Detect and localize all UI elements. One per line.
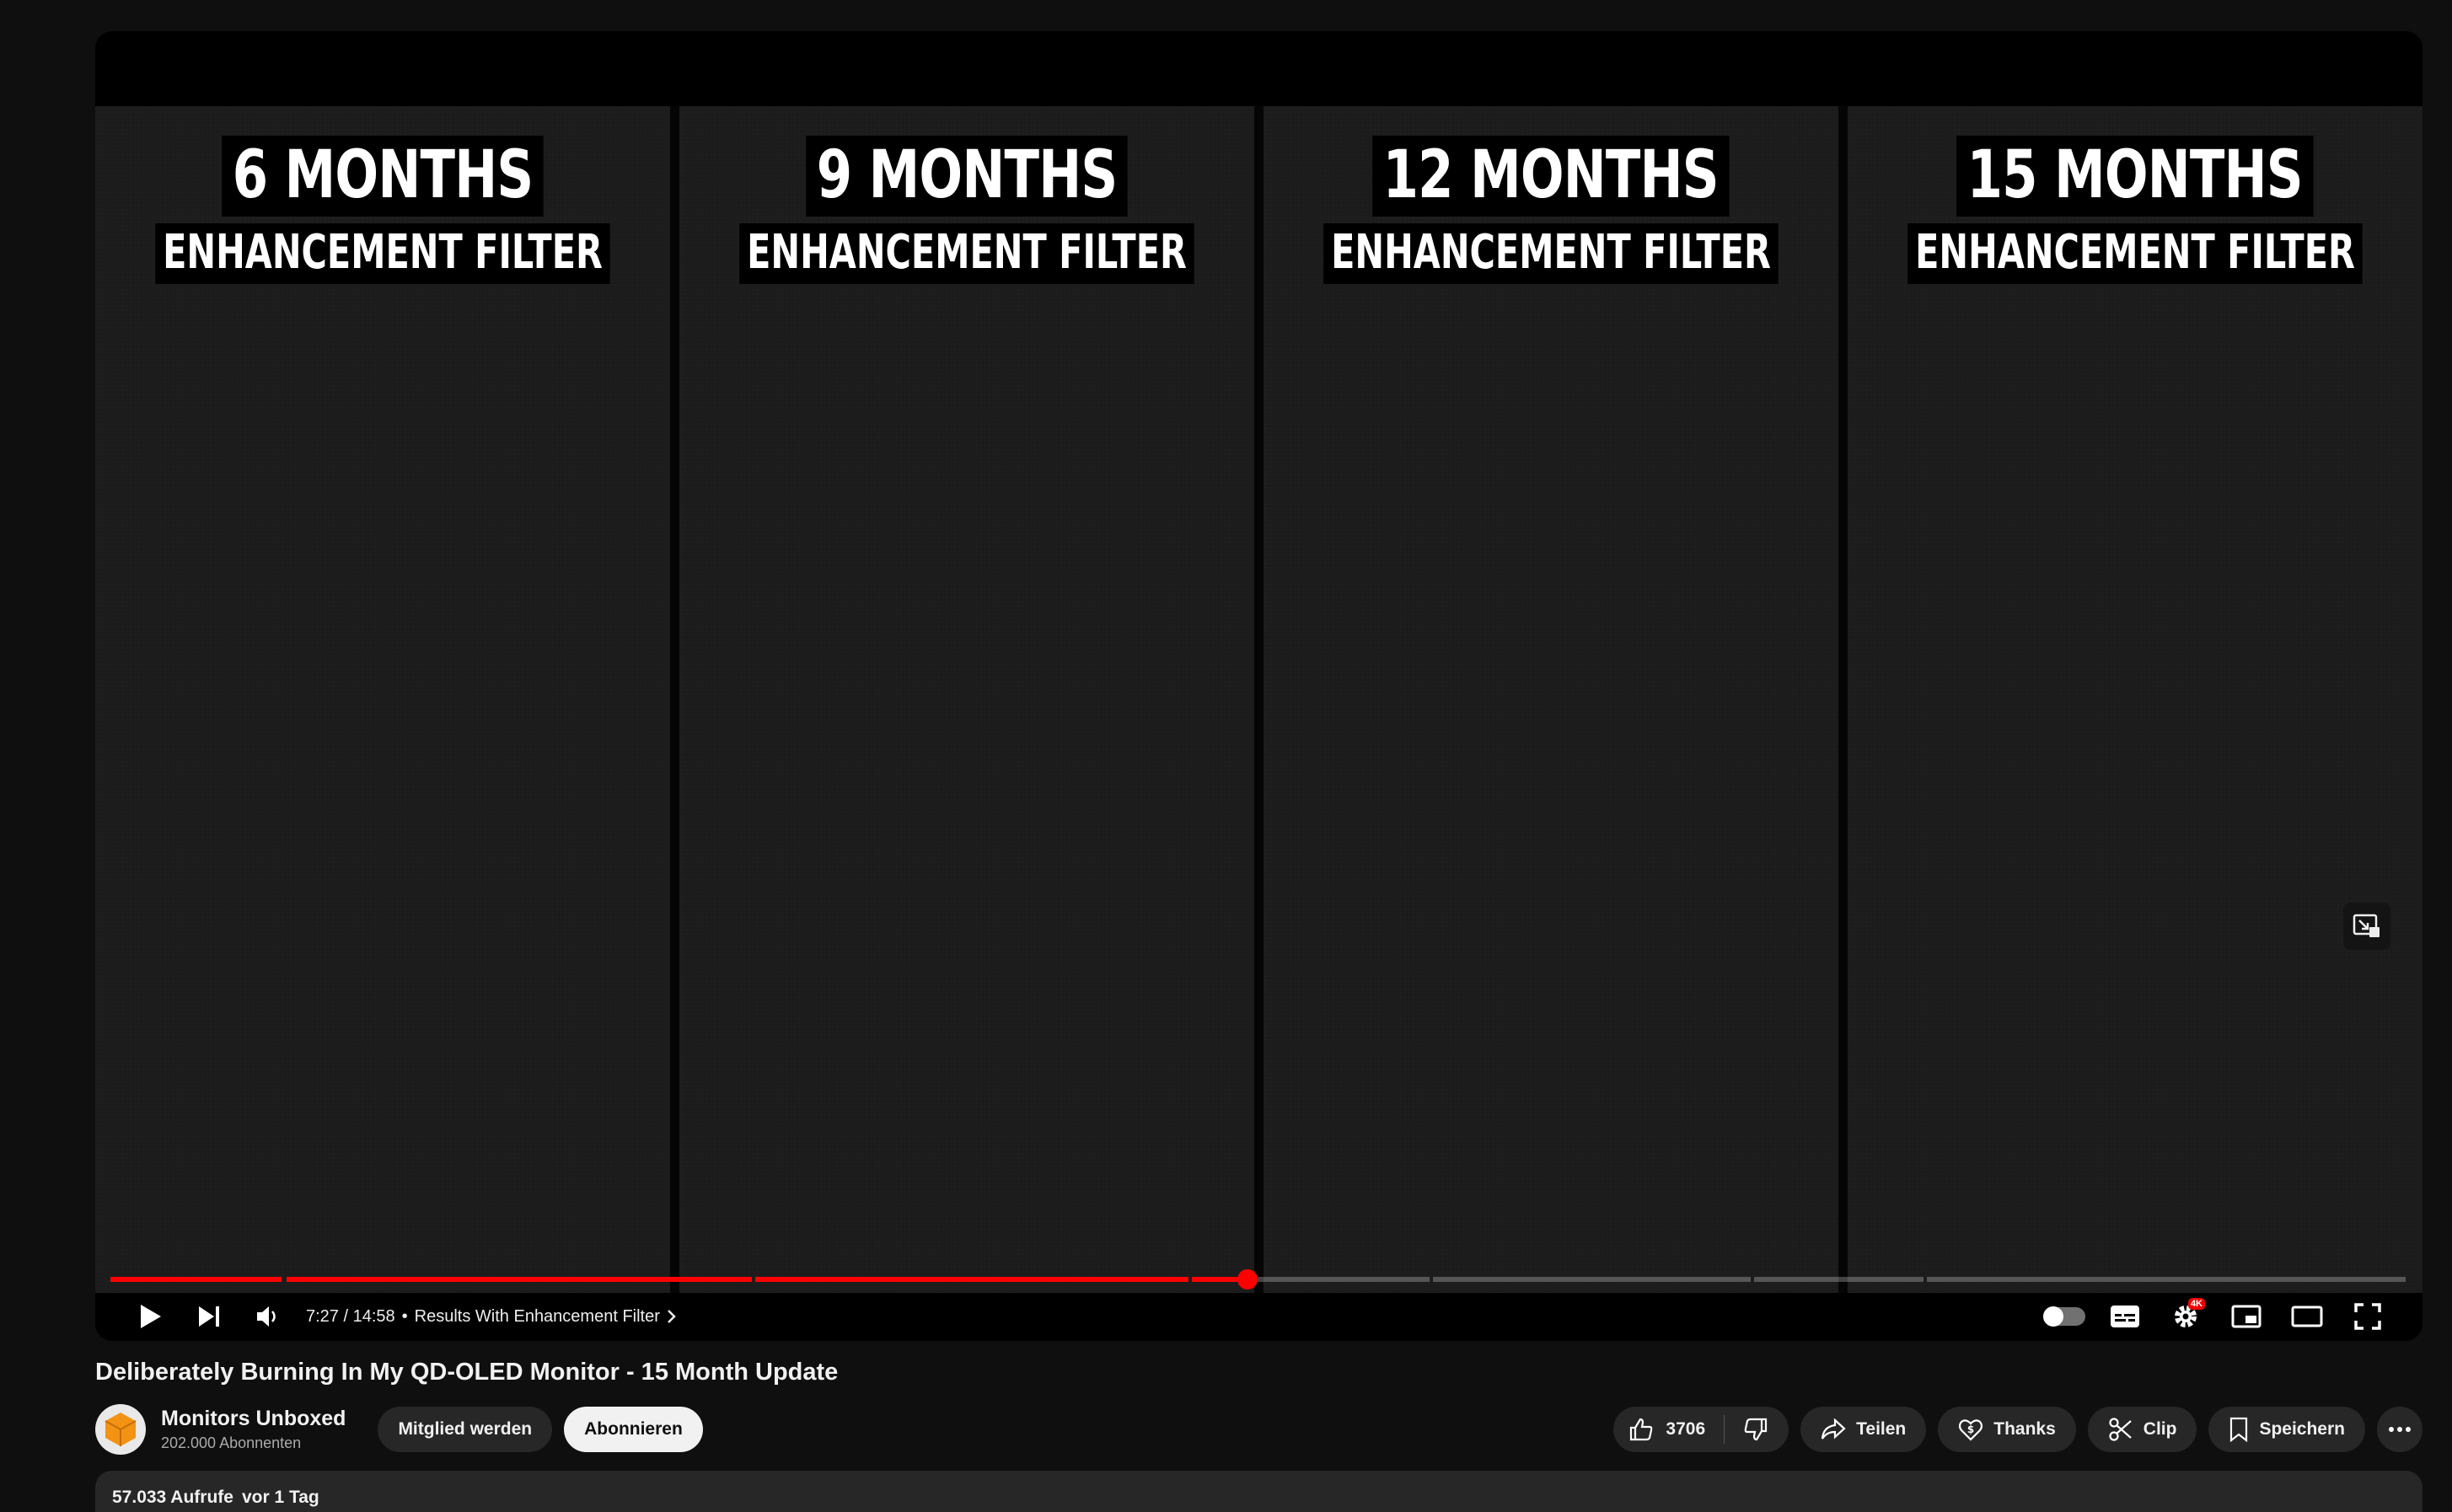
clip-label: Clip: [2143, 1419, 2177, 1439]
like-button[interactable]: 3706: [1613, 1407, 1724, 1452]
channel-name[interactable]: Monitors Unboxed: [161, 1407, 346, 1431]
filter-label: ENHANCEMENT FILTER: [1323, 223, 1779, 284]
volume-icon: [257, 1306, 276, 1327]
panel-label: 15 MONTHS ENHANCEMENT FILTER: [1827, 136, 2422, 284]
autoplay-toggle[interactable]: [2035, 1291, 2094, 1341]
subscriber-count: 202.000 Abonnenten: [161, 1434, 302, 1451]
time-display: 7:27 / 14:58 • Results With Enhancement …: [306, 1307, 677, 1327]
view-count: 57.033 Aufrufe: [112, 1488, 233, 1507]
play-icon: [141, 1305, 161, 1328]
player-controls: 7:27 / 14:58 • Results With Enhancement …: [95, 1291, 2422, 1341]
panel-label: 6 MONTHS ENHANCEMENT FILTER: [95, 136, 690, 284]
months-label: 15 MONTHS: [1956, 136, 2314, 217]
upload-date: vor 1 Tag: [241, 1488, 319, 1507]
save-label: Speichern: [2259, 1419, 2345, 1439]
chapter-segment[interactable]: [1754, 1277, 1924, 1282]
toggle-switch: [2043, 1306, 2085, 1327]
settings-button[interactable]: 4K: [2156, 1291, 2215, 1341]
like-dislike-group: 3706: [1613, 1407, 1789, 1452]
subscribe-button[interactable]: Abonnieren: [564, 1407, 703, 1452]
theater-icon: [2291, 1306, 2323, 1327]
clip-button[interactable]: Clip: [2087, 1407, 2197, 1452]
chapter-segment[interactable]: [1432, 1277, 1752, 1282]
panel-label: 9 MONTHS ENHANCEMENT FILTER: [659, 136, 1274, 284]
like-count: 3706: [1666, 1419, 1706, 1439]
filter-label: ENHANCEMENT FILTER: [739, 223, 1194, 284]
video-player[interactable]: 6 MONTHS ENHANCEMENT FILTER 9 MONTHS ENH…: [95, 31, 2422, 1341]
heart-dollar-icon: $: [1959, 1419, 1983, 1441]
chapter-segment[interactable]: [287, 1277, 752, 1282]
progress-fill: [755, 1277, 1188, 1282]
avatar[interactable]: [95, 1404, 146, 1455]
play-button[interactable]: [121, 1291, 180, 1341]
miniplayer-icon: [2231, 1305, 2262, 1328]
chapter-segment[interactable]: [110, 1277, 282, 1282]
next-button[interactable]: [180, 1291, 239, 1341]
more-actions-button[interactable]: [2377, 1407, 2422, 1452]
video-panel-9-months: 9 MONTHS ENHANCEMENT FILTER: [679, 106, 1254, 1293]
video-panel-15-months: 15 MONTHS ENHANCEMENT FILTER: [1848, 106, 2422, 1293]
time-text: 7:27 / 14:58: [306, 1306, 395, 1326]
exit-pip-button[interactable]: [2343, 903, 2390, 950]
progress-bar[interactable]: [110, 1269, 2407, 1289]
chapter-title-button[interactable]: Results With Enhancement Filter: [415, 1307, 660, 1327]
share-button[interactable]: Teilen: [1800, 1407, 1927, 1452]
pip-exit-icon: [2353, 914, 2380, 937]
separator: •: [401, 1306, 408, 1326]
bookmark-icon: [2230, 1417, 2248, 1442]
thumbs-up-icon: [1630, 1418, 1653, 1441]
channel-logo-icon: [105, 1413, 137, 1446]
quality-badge: 4K: [2187, 1298, 2205, 1310]
months-label: 12 MONTHS: [1372, 136, 1730, 217]
months-label: 9 MONTHS: [806, 136, 1128, 217]
theater-mode-button[interactable]: [2278, 1291, 2337, 1341]
thanks-button[interactable]: $ Thanks: [1938, 1407, 2076, 1452]
svg-text:$: $: [1967, 1424, 1974, 1435]
video-actions: 3706 Teilen $ Thanks Clip Speichern: [1613, 1407, 2422, 1452]
save-button[interactable]: Speichern: [2208, 1407, 2365, 1452]
video-frame[interactable]: 6 MONTHS ENHANCEMENT FILTER 9 MONTHS ENH…: [95, 106, 2422, 1293]
thanks-label: Thanks: [1993, 1419, 2056, 1439]
description-box[interactable]: 57.033 Aufrufe vor 1 Tag: [95, 1471, 2422, 1512]
miniplayer-button[interactable]: [2217, 1291, 2276, 1341]
video-panel-12-months: 12 MONTHS ENHANCEMENT FILTER: [1264, 106, 1838, 1293]
skip-next-icon: [199, 1306, 219, 1327]
chevron-right-icon: [668, 1310, 676, 1323]
thumbs-down-icon: [1744, 1418, 1768, 1441]
mute-button[interactable]: [239, 1291, 298, 1341]
scissors-icon: [2109, 1418, 2132, 1441]
join-button[interactable]: Mitglied werden: [378, 1407, 553, 1452]
channel-info: Monitors Unboxed 202.000 Abonnenten: [161, 1407, 346, 1452]
video-panel-6-months: 6 MONTHS ENHANCEMENT FILTER: [95, 106, 670, 1293]
right-controls: 4K: [2035, 1291, 2397, 1341]
fullscreen-icon: [2354, 1303, 2381, 1330]
scrubber-handle[interactable]: [1237, 1269, 1258, 1289]
filter-label: ENHANCEMENT FILTER: [155, 223, 610, 284]
dislike-button[interactable]: [1725, 1407, 1789, 1452]
subtitles-button[interactable]: [2095, 1291, 2154, 1341]
progress-fill: [110, 1277, 282, 1282]
channel-owner: Monitors Unboxed 202.000 Abonnenten Mitg…: [95, 1402, 703, 1456]
fullscreen-button[interactable]: [2338, 1291, 2397, 1341]
more-horizontal-icon: [2389, 1427, 2411, 1432]
video-title: Deliberately Burning In My QD-OLED Monit…: [95, 1359, 839, 1386]
chapter-segment[interactable]: [755, 1277, 1188, 1282]
subtitles-icon: [2111, 1306, 2139, 1327]
filter-label: ENHANCEMENT FILTER: [1907, 223, 2363, 284]
chapter-segment[interactable]: [1191, 1277, 1430, 1282]
chapter-segment[interactable]: [1926, 1277, 2406, 1282]
progress-fill: [287, 1277, 752, 1282]
share-icon: [1822, 1418, 1846, 1440]
months-label: 6 MONTHS: [222, 136, 544, 217]
panel-label: 12 MONTHS ENHANCEMENT FILTER: [1243, 136, 1858, 284]
share-label: Teilen: [1856, 1419, 1907, 1439]
